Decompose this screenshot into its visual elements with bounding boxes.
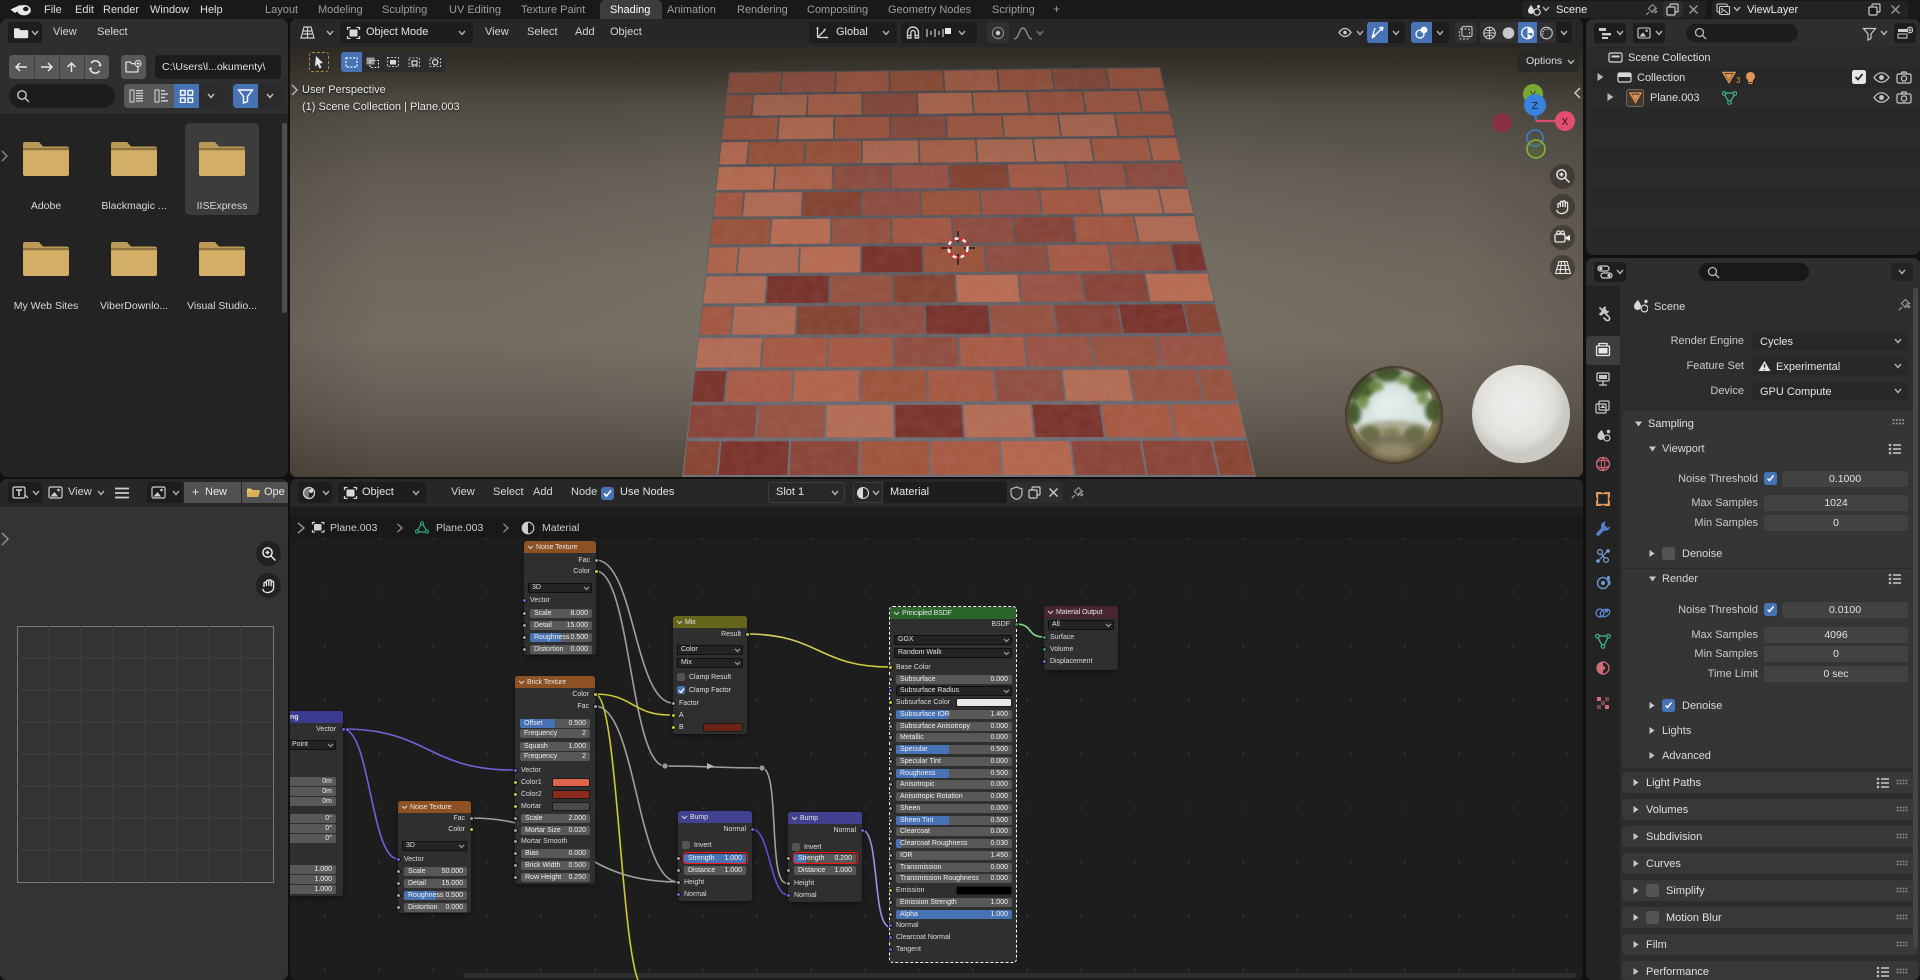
svg-text:X: X <box>1562 117 1569 128</box>
svg-text:Z: Z <box>1532 100 1539 112</box>
